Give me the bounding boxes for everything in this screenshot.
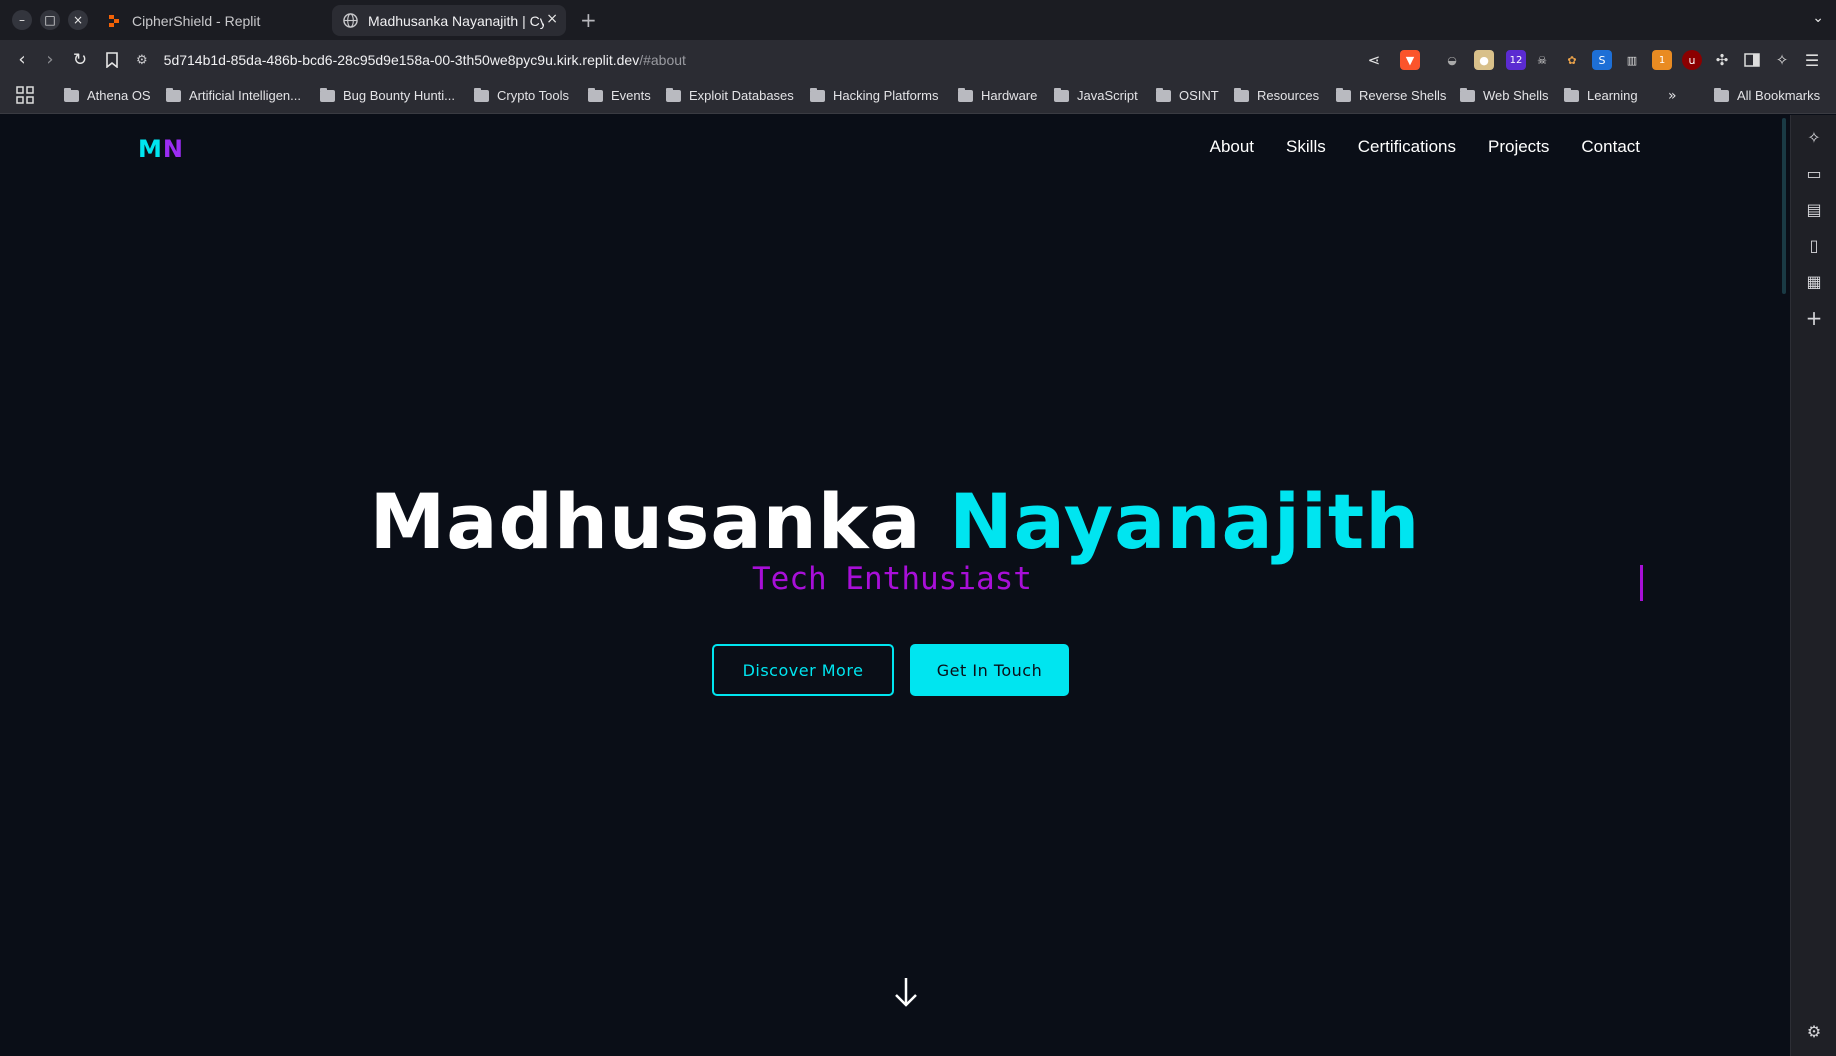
folder-icon bbox=[588, 87, 603, 102]
typing-cursor bbox=[1640, 565, 1643, 601]
folder-icon bbox=[1234, 87, 1249, 102]
arrow-down-icon[interactable] bbox=[891, 975, 921, 1009]
nav-projects[interactable]: Projects bbox=[1488, 137, 1549, 157]
bookmark-folder[interactable]: Hacking Platforms bbox=[810, 87, 938, 103]
notification-extension-icon[interactable]: 1 bbox=[1652, 50, 1672, 70]
address-bar[interactable]: ⚙ 5d714b1d-85da-486b-bcd6-28c95d9e158a-0… bbox=[136, 48, 686, 72]
wappalyzer-icon[interactable]: ✿ bbox=[1562, 50, 1582, 70]
menu-icon[interactable]: ☰ bbox=[1802, 50, 1822, 70]
url-host: 5d714b1d-85da-486b-bcd6-28c95d9e158a-00-… bbox=[163, 52, 640, 68]
back-icon[interactable]: ‹ bbox=[10, 48, 34, 72]
s-extension-icon[interactable]: S bbox=[1592, 50, 1612, 70]
page-viewport: MN About Skills Certifications Projects … bbox=[0, 115, 1790, 1056]
bookmark-folder[interactable]: OSINT bbox=[1156, 87, 1219, 103]
folder-icon bbox=[1156, 87, 1171, 102]
folder-icon bbox=[1714, 87, 1729, 102]
get-in-touch-button[interactable]: Get In Touch bbox=[910, 644, 1069, 696]
folder-icon bbox=[810, 87, 825, 102]
folder-icon bbox=[1054, 87, 1069, 102]
tab-title: Madhusanka Nayanajith | Cy bbox=[368, 12, 544, 29]
bookmark-folder[interactable]: Web Shells bbox=[1460, 87, 1549, 103]
page-scrollbar[interactable] bbox=[1782, 118, 1786, 294]
brave-shield-icon[interactable]: ▼ bbox=[1400, 50, 1420, 70]
bookmark-folder[interactable]: Learning bbox=[1564, 87, 1638, 103]
skull-extension-icon[interactable]: ☠ bbox=[1532, 50, 1552, 70]
bookmark-icon[interactable] bbox=[100, 48, 124, 72]
trash-extension-icon[interactable]: ▥ bbox=[1622, 50, 1642, 70]
site-settings-icon[interactable]: ⚙ bbox=[136, 53, 148, 68]
folder-icon bbox=[474, 87, 489, 102]
apps-grid-icon[interactable] bbox=[16, 86, 34, 104]
bookmark-folder[interactable]: Resources bbox=[1234, 87, 1319, 103]
leo-ai-icon[interactable]: ✧ bbox=[1772, 50, 1792, 70]
share-icon[interactable]: ⋖ bbox=[1362, 48, 1386, 72]
bookmark-folder[interactable]: Exploit Databases bbox=[666, 87, 794, 103]
folder-icon bbox=[1564, 87, 1579, 102]
bookmark-folder[interactable]: Reverse Shells bbox=[1336, 87, 1446, 103]
extensions-puzzle-icon[interactable]: ✣ bbox=[1712, 50, 1732, 70]
cookie-extension-icon[interactable]: ● bbox=[1474, 50, 1494, 70]
hat-extension-icon[interactable]: ◒ bbox=[1442, 50, 1462, 70]
forward-icon[interactable]: › bbox=[38, 48, 62, 72]
close-window-icon[interactable]: × bbox=[68, 10, 88, 30]
bookmark-folder[interactable]: Crypto Tools bbox=[474, 87, 569, 103]
hero-last-name: Nayanajith bbox=[949, 477, 1421, 566]
leo-sparkle-icon[interactable]: ✧ bbox=[1803, 127, 1825, 149]
side-panel: ✧ ▭ ▤ ▯ ▦ + ⚙ bbox=[1790, 115, 1836, 1056]
more-bookmarks-icon[interactable]: » bbox=[1668, 88, 1677, 104]
bookmark-folder[interactable]: Artificial Intelligen... bbox=[166, 87, 301, 103]
minimize-icon[interactable]: – bbox=[12, 10, 32, 30]
reading-list-icon[interactable]: ▦ bbox=[1803, 271, 1825, 293]
badge-extension-icon[interactable]: 12 bbox=[1506, 50, 1526, 70]
folder-icon bbox=[666, 87, 681, 102]
all-bookmarks-folder[interactable]: All Bookmarks bbox=[1714, 87, 1820, 103]
site-logo[interactable]: MN bbox=[138, 135, 184, 163]
tab-ciphershield[interactable]: CipherShield - Replit bbox=[96, 5, 326, 36]
main-nav: About Skills Certifications Projects Con… bbox=[1210, 137, 1640, 157]
chevron-down-icon[interactable]: ⌄ bbox=[1812, 10, 1824, 26]
hero-title: Madhusanka Nayanajith bbox=[0, 477, 1790, 566]
hero-first-name: Madhusanka bbox=[369, 477, 922, 566]
folder-icon bbox=[64, 87, 79, 102]
toolbar: ‹ › ↻ ⚙ 5d714b1d-85da-486b-bcd6-28c95d9e… bbox=[0, 40, 1836, 80]
new-tab-icon[interactable]: + bbox=[580, 8, 597, 32]
maximize-icon[interactable]: □ bbox=[40, 10, 60, 30]
wallet-icon[interactable]: ▤ bbox=[1803, 199, 1825, 221]
tab-strip: – □ × CipherShield - Replit Madhusanka N… bbox=[0, 0, 1836, 40]
bookmark-folder[interactable]: Hardware bbox=[958, 87, 1037, 103]
ublock-icon[interactable]: u bbox=[1682, 50, 1702, 70]
discover-more-button[interactable]: Discover More bbox=[712, 644, 894, 696]
settings-gear-icon[interactable]: ⚙ bbox=[1803, 1021, 1825, 1043]
hero-subtitle: Tech Enthusiast bbox=[752, 561, 1032, 597]
sidebar-toggle-icon[interactable] bbox=[1742, 50, 1762, 70]
tab-title: CipherShield - Replit bbox=[132, 12, 261, 29]
bookmark-folder[interactable]: Athena OS bbox=[64, 87, 151, 103]
folder-icon bbox=[1460, 87, 1475, 102]
globe-icon bbox=[342, 13, 358, 29]
media-icon[interactable]: ▭ bbox=[1803, 163, 1825, 185]
nav-skills[interactable]: Skills bbox=[1286, 137, 1326, 157]
nav-contact[interactable]: Contact bbox=[1581, 137, 1640, 157]
url-path: /#about bbox=[639, 52, 686, 68]
folder-icon bbox=[320, 87, 335, 102]
folder-icon bbox=[166, 87, 181, 102]
close-tab-icon[interactable]: × bbox=[546, 11, 558, 27]
bookmarks-panel-icon[interactable]: ▯ bbox=[1803, 235, 1825, 257]
bookmark-folder[interactable]: Events bbox=[588, 87, 651, 103]
nav-about[interactable]: About bbox=[1210, 137, 1254, 157]
folder-icon bbox=[958, 87, 973, 102]
reload-icon[interactable]: ↻ bbox=[68, 48, 92, 72]
folder-icon bbox=[1336, 87, 1351, 102]
add-panel-icon[interactable]: + bbox=[1803, 307, 1825, 329]
replit-icon bbox=[106, 13, 122, 29]
tab-portfolio[interactable]: Madhusanka Nayanajith | Cy × bbox=[332, 5, 566, 36]
bookmark-folder[interactable]: Bug Bounty Hunti... bbox=[320, 87, 455, 103]
bookmarks-bar: Athena OS Artificial Intelligen... Bug B… bbox=[0, 80, 1836, 114]
bookmark-folder[interactable]: JavaScript bbox=[1054, 87, 1138, 103]
nav-certifications[interactable]: Certifications bbox=[1358, 137, 1456, 157]
